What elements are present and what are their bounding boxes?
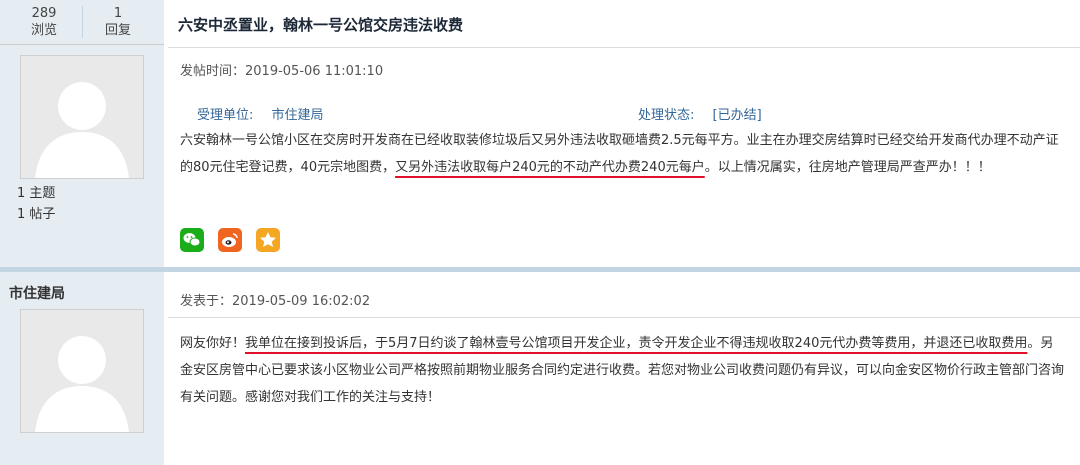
replies-label: 回复 [104,23,131,38]
post-time-value: 2019-05-09 16:02:02 [232,294,371,309]
wechat-icon[interactable] [180,228,204,252]
weibo-icon[interactable] [218,228,242,252]
thread-stats: 289 浏览 1 回复 [0,0,164,45]
handler-label: 受理单位: [197,108,254,123]
views-stat: 289 浏览 [4,5,84,39]
post-reply: 市住建局 发表于：2019-05-09 16:02:02 网友你好！我单位在接到… [0,272,1080,465]
post-time-label: 发表于： [180,294,233,309]
avatar[interactable] [20,55,144,179]
reply-content: 网友你好！我单位在接到投诉后，于5月7日约谈了翰林壹号公馆项目开发企业，责令开发… [180,330,1065,411]
favorite-star-icon[interactable] [256,228,280,252]
content-highlight: 我单位在接到投诉后，于5月7日约谈了翰林壹号公馆项目开发企业，责令开发企业不得违… [245,336,1028,351]
handler-field: 受理单位: 市住建局 [197,104,324,123]
content-highlight: 又另外违法收取每户240元的不动产代办费240元每户 [395,160,705,175]
status-label: 处理状态: [638,108,695,123]
divider [168,47,1080,48]
thread-title[interactable]: 六安中丞置业，翰林一号公馆交房违法收费 [178,14,463,35]
replies-stat: 1 回复 [78,5,158,39]
post-time: 发帖时间：2019-05-06 11:01:10 [180,60,383,79]
status-badge: [已办结] [712,108,762,123]
divider [168,317,1080,318]
handler-value[interactable]: 市住建局 [272,108,324,123]
post-main: 发表于：2019-05-09 16:02:02 网友你好！我单位在接到投诉后，于… [164,272,1080,465]
replies-count: 1 [113,6,123,21]
post-content: 六安翰林一号公馆小区在交房时开发商在已经收取装修垃圾后又另外违法收取砸墙费2.5… [180,127,1065,181]
avatar[interactable] [20,309,144,433]
post-time-value: 2019-05-06 11:01:10 [245,64,384,79]
user-post-count: 1 帖子 [17,207,56,222]
post-original: 289 浏览 1 回复 1 主题 1 帖子 六安中丞置业，翰林一号公馆交房违法收… [0,0,1080,267]
user-topic-count: 1 主题 [17,186,56,201]
author-sidebar: 289 浏览 1 回复 1 主题 1 帖子 [0,0,164,267]
views-label: 浏览 [30,23,57,38]
default-avatar-icon [21,56,143,178]
status-field: 处理状态: [已办结] [638,104,762,123]
default-avatar-icon [21,310,143,432]
content-text: 网友你好！ [180,336,246,351]
author-sidebar: 市住建局 [0,272,164,465]
author-name[interactable]: 市住建局 [9,283,65,303]
post-time: 发表于：2019-05-09 16:02:02 [180,290,370,309]
post-main: 六安中丞置业，翰林一号公馆交房违法收费 发帖时间：2019-05-06 11:0… [164,0,1080,267]
post-time-label: 发帖时间： [180,64,246,79]
content-text-end: 。以上情况属实，往房地产管理局严查严办！！！ [704,160,991,175]
views-count: 289 [31,6,57,21]
